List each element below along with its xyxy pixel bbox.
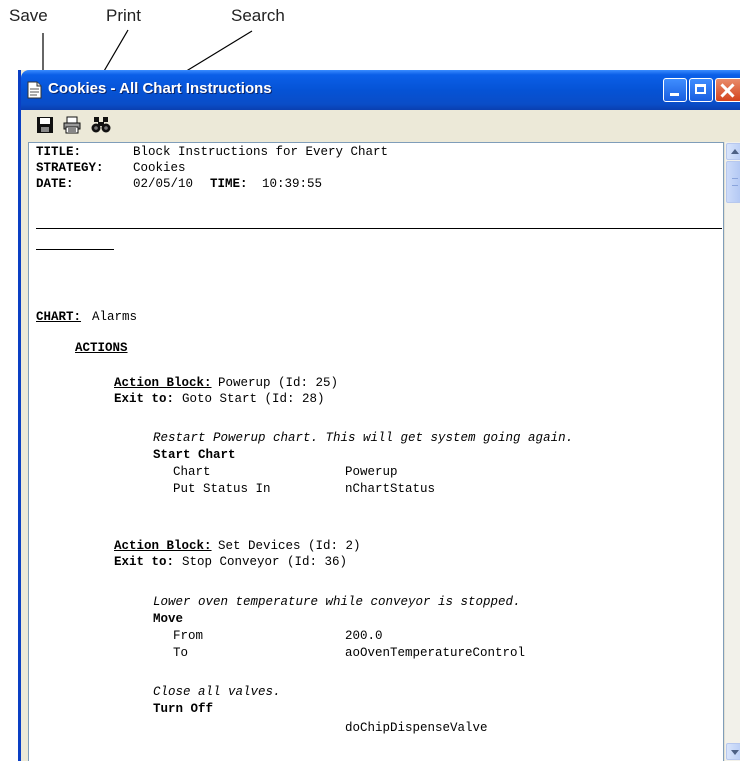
block-comment: Restart Powerup chart. This will get sys… (153, 431, 574, 445)
scroll-thumb[interactable] (726, 161, 740, 203)
block-command: Move (153, 612, 184, 626)
date-label: DATE: (36, 177, 74, 191)
title-label: TITLE: (36, 145, 82, 159)
scroll-up-button[interactable] (726, 143, 740, 160)
time-value: 10:39:55 (262, 177, 323, 191)
scroll-down-button[interactable] (726, 743, 740, 760)
exit-label: Exit to: (114, 392, 175, 406)
chart-label: CHART: (36, 310, 82, 324)
document-icon (27, 81, 42, 99)
header-divider-tail (36, 249, 114, 250)
close-button[interactable] (715, 78, 740, 102)
action-block-label: Action Block: (114, 539, 212, 553)
title-value: Block Instructions for Every Chart (133, 145, 389, 159)
param-value: Powerup (345, 465, 398, 479)
search-button[interactable] (91, 115, 111, 135)
exit-label: Exit to: (114, 555, 175, 569)
block-command: Turn Off (153, 702, 214, 716)
actions-heading: ACTIONS (75, 341, 128, 355)
time-label: TIME: (210, 177, 248, 191)
param-name: To (173, 646, 189, 660)
print-button[interactable] (62, 115, 82, 135)
param-value: aoOvenTemperatureControl (345, 646, 526, 660)
block-comment: Lower oven temperature while conveyor is… (153, 595, 521, 609)
toolbar (21, 110, 740, 140)
save-icon (37, 117, 53, 133)
window-title: Cookies - All Chart Instructions (48, 80, 272, 97)
exit-value: Stop Conveyor (Id: 36) (182, 555, 348, 569)
action-block-label: Action Block: (114, 376, 212, 390)
title-bar[interactable]: Cookies - All Chart Instructions (21, 70, 740, 110)
vertical-scrollbar[interactable] (724, 142, 740, 761)
action-block-value: Set Devices (Id: 2) (218, 539, 361, 553)
action-block-value: Powerup (Id: 25) (218, 376, 339, 390)
instructions-window: Cookies - All Chart Instructions TITLE: … (18, 70, 740, 761)
param-name: Put Status In (173, 482, 271, 496)
minimize-button[interactable] (663, 78, 687, 102)
param-value: doChipDispenseValve (345, 721, 488, 735)
save-button[interactable] (35, 115, 55, 135)
param-name: From (173, 629, 204, 643)
header-divider (36, 228, 722, 229)
strategy-label: STRATEGY: (36, 161, 104, 175)
param-name: Chart (173, 465, 211, 479)
print-icon (63, 116, 81, 134)
chart-name: Alarms (92, 310, 138, 324)
maximize-button[interactable] (689, 78, 713, 102)
exit-value: Goto Start (Id: 28) (182, 392, 325, 406)
param-value: 200.0 (345, 629, 383, 643)
document-view[interactable]: TITLE: Block Instructions for Every Char… (28, 142, 724, 761)
strategy-value: Cookies (133, 161, 186, 175)
date-value: 02/05/10 (133, 177, 194, 191)
block-command: Start Chart (153, 448, 236, 462)
param-value: nChartStatus (345, 482, 436, 496)
binoculars-icon (91, 117, 111, 133)
block-comment: Close all valves. (153, 685, 281, 699)
